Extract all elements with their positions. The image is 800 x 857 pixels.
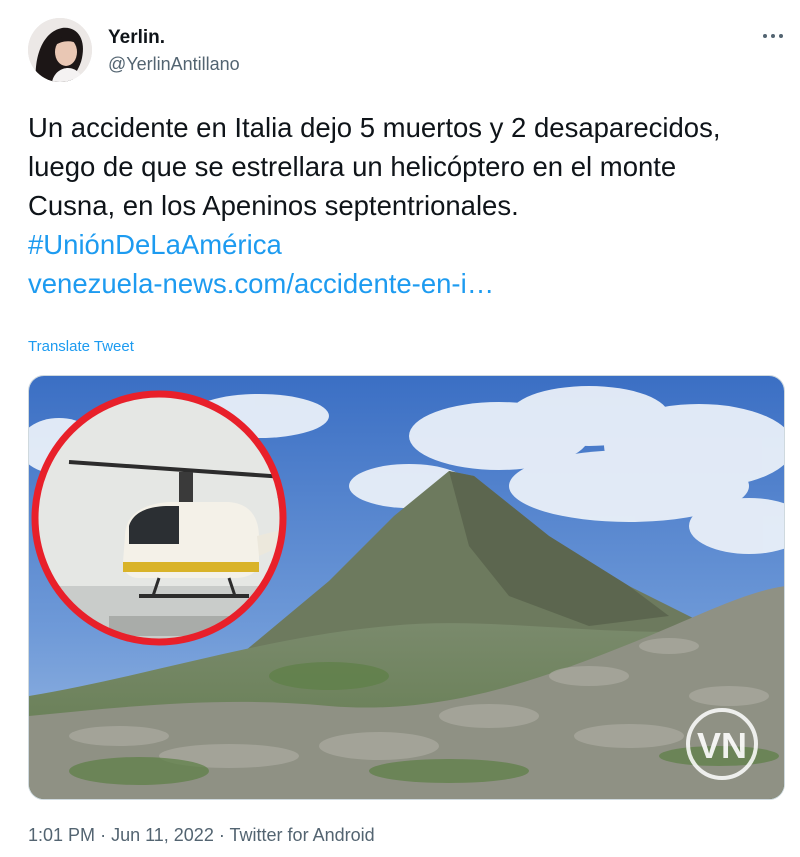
tweet-source: Twitter for Android [229, 825, 375, 845]
user-handle[interactable]: @YerlinAntillano [108, 54, 240, 75]
avatar[interactable] [28, 18, 92, 82]
more-options-button[interactable] [758, 24, 788, 48]
avatar-image [28, 18, 92, 82]
more-horizontal-icon [763, 34, 783, 38]
article-link[interactable]: venezuela-news.com/accidente-en-i… [28, 264, 748, 303]
tweet-media-image[interactable]: VN [28, 375, 785, 800]
tweet-body-text: Un accidente en Italia dejo 5 muertos y … [28, 112, 721, 221]
mountain-helicopter-photo: VN [29, 376, 784, 799]
tweet-time[interactable]: 1:01 PM [28, 825, 95, 845]
user-display-name[interactable]: Yerlin. [108, 27, 165, 49]
hashtag-link[interactable]: #UniónDeLaAmérica [28, 225, 748, 264]
translate-tweet-link[interactable]: Translate Tweet [28, 338, 134, 355]
meta-separator: · [218, 825, 225, 845]
tweet-card: Yerlin. @YerlinAntillano Un accidente en… [0, 0, 800, 857]
vn-logo-text: VN [697, 725, 747, 766]
tweet-metadata: 1:01 PM · Jun 11, 2022 · Twitter for And… [28, 825, 375, 846]
tweet-text-block: Un accidente en Italia dejo 5 muertos y … [28, 108, 748, 303]
meta-separator: · [100, 825, 107, 845]
tweet-date[interactable]: Jun 11, 2022 [111, 825, 214, 845]
